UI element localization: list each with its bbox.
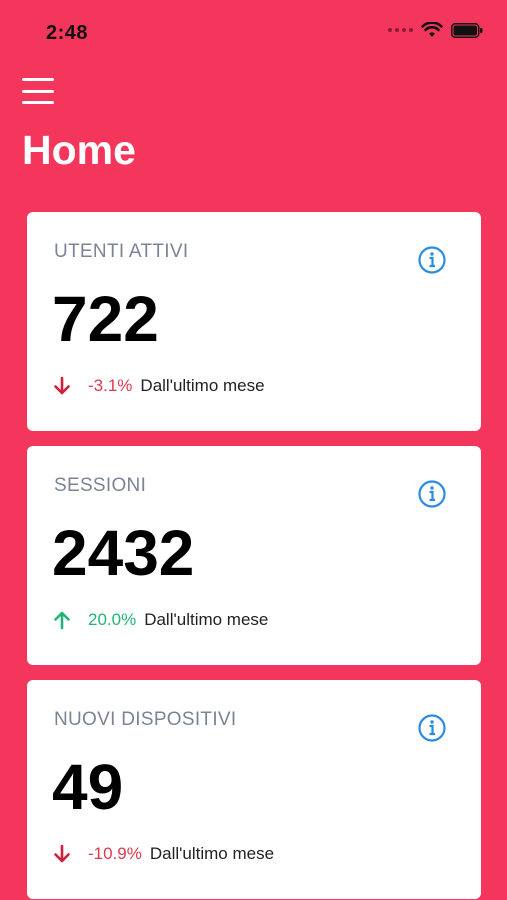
stat-card-utenti-attivi: UTENTI ATTIVI 722 -3.1% Dall'ultimo mese	[27, 212, 481, 431]
trend-comparison: Dall'ultimo mese	[149, 844, 275, 863]
status-time: 2:48	[46, 22, 89, 44]
card-value: 49	[52, 751, 124, 823]
hamburger-icon-line	[22, 78, 54, 81]
arrow-down-icon	[54, 844, 70, 863]
status-icons	[388, 22, 483, 38]
stat-card-nuovi-dispositivi: NUOVI DISPOSITIVI 49 -10.9% Dall'ultimo …	[27, 680, 481, 899]
card-label: UTENTI ATTIVI	[54, 241, 189, 262]
trend-row: -3.1% Dall'ultimo mese	[52, 374, 265, 398]
wifi-icon	[421, 22, 443, 37]
info-icon[interactable]	[417, 713, 447, 743]
status-bar: 2:48	[0, 0, 507, 62]
trend-comparison: Dall'ultimo mese	[144, 610, 269, 629]
hamburger-icon-line	[22, 89, 54, 93]
card-value: 2432	[52, 517, 195, 589]
page-title: Home	[22, 127, 136, 173]
trend-row: -10.9% Dall'ultimo mese	[52, 842, 274, 866]
card-label: NUOVI DISPOSITIVI	[54, 709, 237, 730]
trend-row: 20.0% Dall'ultimo mese	[52, 608, 268, 632]
menu-button[interactable]	[22, 78, 54, 104]
battery-icon	[451, 22, 483, 38]
card-value: 722	[52, 283, 159, 355]
arrow-down-icon	[54, 376, 70, 395]
cellular-signal-icon	[388, 28, 413, 32]
trend-percent: -10.9%	[88, 844, 142, 863]
trend-percent: 20.0%	[88, 610, 137, 629]
trend-comparison: Dall'ultimo mese	[140, 376, 265, 395]
info-icon[interactable]	[417, 245, 447, 275]
hamburger-icon-line	[22, 101, 54, 104]
stat-card-sessioni: SESSIONI 2432 20.0% Dall'ultimo mese	[27, 446, 481, 665]
info-icon[interactable]	[417, 479, 447, 509]
arrow-up-icon	[54, 611, 70, 630]
trend-percent: -3.1%	[88, 376, 133, 395]
card-label: SESSIONI	[54, 475, 147, 496]
